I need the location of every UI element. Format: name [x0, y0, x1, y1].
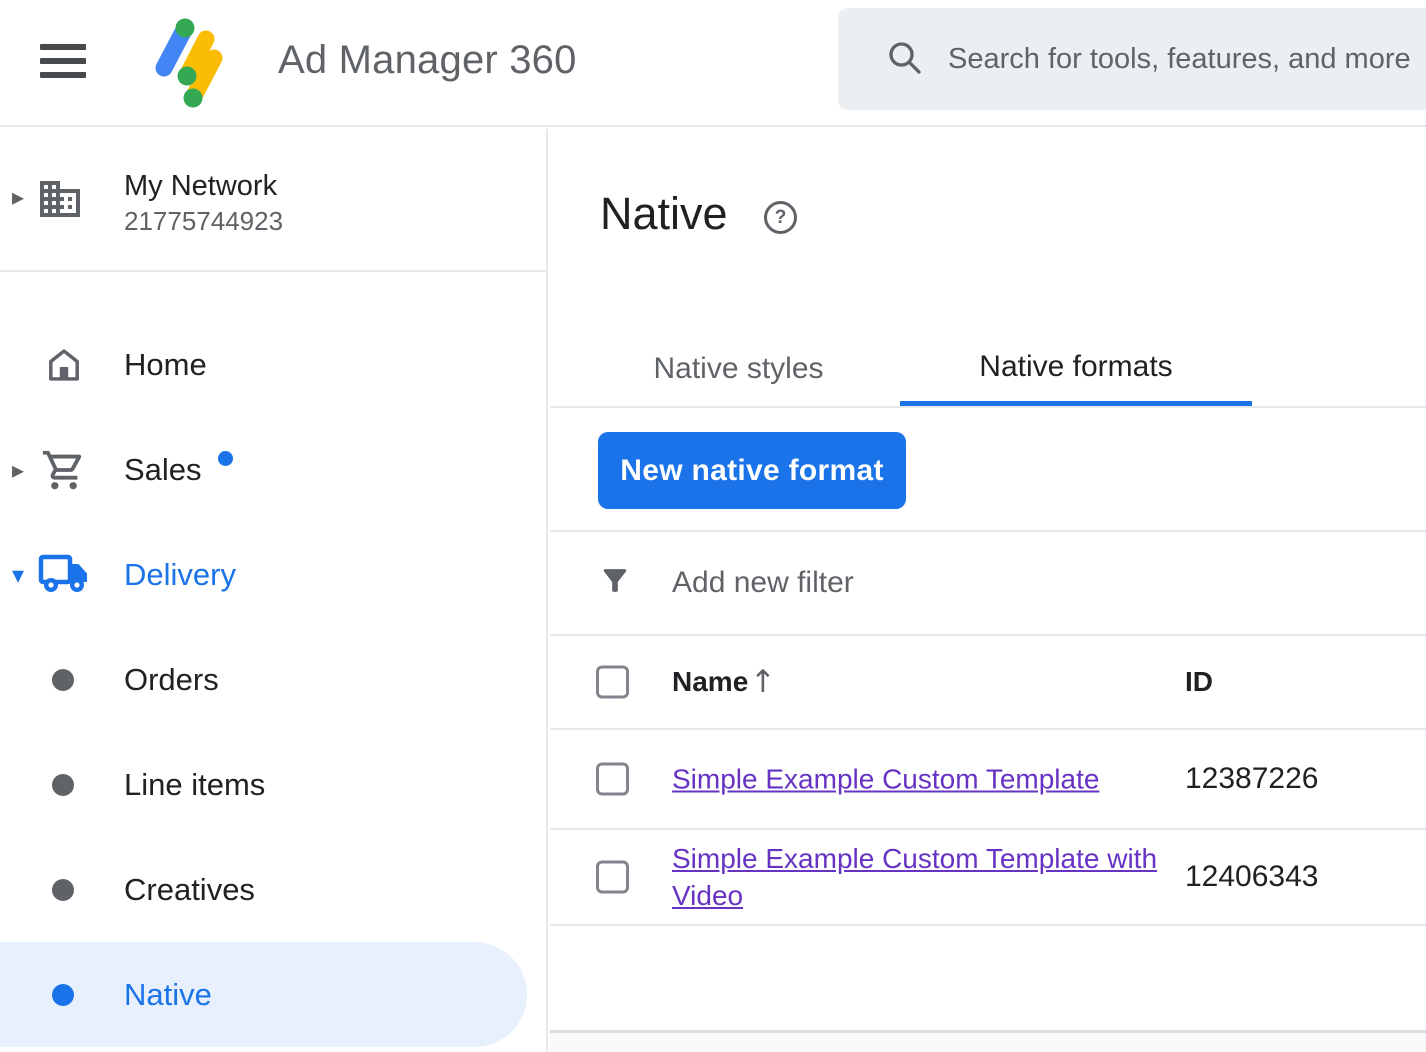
delivery-truck-icon	[36, 522, 92, 627]
format-id: 12387226	[1185, 762, 1318, 796]
shopping-cart-icon	[36, 417, 92, 522]
tab-native-styles[interactable]: Native styles	[598, 332, 879, 406]
sidebar-item-delivery[interactable]: ▾ Delivery	[0, 522, 546, 627]
search-icon	[884, 37, 924, 82]
expand-down-icon[interactable]: ▾	[12, 563, 24, 587]
table-row: Simple Example Custom Template 12387226	[550, 730, 1426, 828]
add-filter-label: Add new filter	[672, 566, 854, 600]
sidebar-item-label: Native	[124, 977, 212, 1013]
sidebar: ▸ My Network 21775744923 Home ▸	[0, 129, 548, 1052]
building-icon	[36, 175, 84, 228]
sidebar-item-home[interactable]: Home	[0, 312, 546, 417]
page-title: Native	[600, 187, 728, 241]
format-name-link[interactable]: Simple Example Custom Template	[672, 764, 1099, 795]
search-input[interactable]	[948, 43, 1426, 76]
column-header-name[interactable]: Name	[672, 666, 748, 698]
sidebar-item-label: Home	[124, 347, 207, 383]
ad-manager-logo-icon	[148, 12, 240, 115]
sidebar-item-creatives[interactable]: Creatives	[0, 837, 546, 942]
sidebar-item-orders[interactable]: Orders	[0, 627, 546, 732]
ad-manager-window: Ad Manager 360 ▸ My Network 21775744923	[0, 0, 1426, 1052]
network-id: 21775744923	[124, 206, 283, 237]
table-footer-area	[550, 1033, 1426, 1052]
search-box[interactable]	[838, 8, 1426, 110]
filter-funnel-icon	[598, 562, 632, 605]
add-filter-bar[interactable]: Add new filter	[550, 532, 1426, 634]
app-title: Ad Manager 360	[278, 36, 577, 84]
sidebar-item-native[interactable]: Native	[0, 942, 527, 1047]
format-name-cell: Simple Example Custom Template	[672, 761, 1172, 798]
network-name: My Network	[124, 169, 277, 203]
bullet-icon	[52, 879, 74, 901]
sidebar-item-line-items[interactable]: Line items	[0, 732, 546, 837]
sidebar-item-label: Creatives	[124, 872, 255, 908]
network-selector[interactable]: ▸ My Network 21775744923	[0, 129, 546, 270]
format-name-cell: Simple Example Custom Template with Vide…	[672, 840, 1172, 914]
sidebar-item-sales[interactable]: ▸ Sales	[0, 417, 546, 522]
sidebar-item-label: Orders	[124, 662, 219, 698]
row-checkbox[interactable]	[596, 861, 629, 894]
bullet-icon	[52, 774, 74, 796]
notification-dot	[218, 451, 233, 466]
bullet-icon	[52, 984, 74, 1006]
divider	[550, 924, 1426, 926]
select-all-checkbox[interactable]	[596, 666, 629, 699]
top-bar: Ad Manager 360	[0, 0, 1426, 127]
sidebar-item-label: Delivery	[124, 557, 236, 593]
bullet-icon	[52, 669, 74, 691]
format-name-link[interactable]: Simple Example Custom Template with Vide…	[672, 843, 1157, 911]
main-content: Native ? Native styles Native formats Ne…	[550, 129, 1426, 1052]
network-expand-icon[interactable]: ▸	[12, 185, 24, 209]
hamburger-menu-icon[interactable]	[40, 44, 88, 82]
divider	[550, 406, 1426, 408]
sidebar-item-label: Sales	[124, 452, 233, 488]
table-header-row: Name ↑ ID	[550, 636, 1426, 728]
format-id: 12406343	[1185, 860, 1318, 894]
table-row: Simple Example Custom Template with Vide…	[550, 830, 1426, 924]
sort-ascending-icon[interactable]: ↑	[750, 664, 776, 700]
sidebar-item-label: Line items	[124, 767, 265, 803]
tab-native-formats[interactable]: Native formats	[900, 332, 1252, 406]
row-checkbox[interactable]	[596, 763, 629, 796]
divider	[0, 270, 546, 272]
expand-right-icon[interactable]: ▸	[12, 458, 24, 482]
help-icon[interactable]: ?	[764, 201, 797, 234]
home-icon	[36, 312, 92, 417]
column-header-id[interactable]: ID	[1185, 666, 1213, 698]
new-native-format-button[interactable]: New native format	[598, 432, 906, 509]
